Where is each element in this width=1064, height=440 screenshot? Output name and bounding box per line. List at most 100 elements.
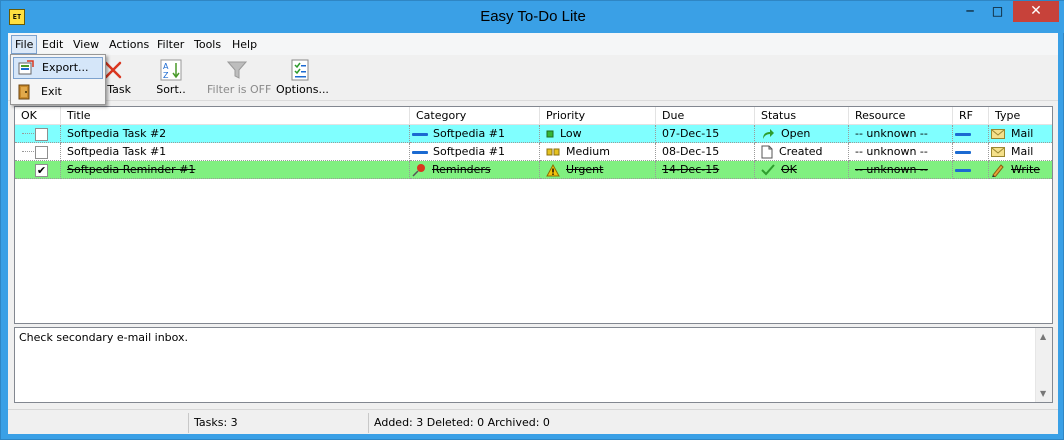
status-cell[interactable]: Created <box>755 143 849 161</box>
urgent-priority-icon <box>546 163 560 176</box>
task-due: 08-Dec-15 <box>662 145 720 158</box>
resource-cell[interactable]: -- unknown -- <box>849 125 953 143</box>
open-status-icon <box>763 129 774 139</box>
app-window: ET Easy To-Do Lite ─ □ ✕ File Edit View … <box>0 0 1064 440</box>
title-cell[interactable]: Softpedia Task #2 <box>61 125 410 143</box>
file-menu-dropdown: Export... Exit <box>10 54 106 105</box>
column-header-resource[interactable]: Resource <box>849 107 953 125</box>
task-resource: -- unknown -- <box>855 127 928 140</box>
exit-icon <box>18 84 30 100</box>
column-header-ok[interactable]: OK <box>15 107 61 125</box>
maximize-button[interactable]: □ <box>984 1 1011 22</box>
task-type: Write <box>1011 163 1041 176</box>
options-icon <box>291 59 309 81</box>
task-category: Softpedia #1 <box>433 145 505 158</box>
column-header-title[interactable]: Title <box>61 107 410 125</box>
pushpin-icon <box>412 164 425 177</box>
task-table[interactable]: OK Title Category Priority Due Status Re… <box>14 106 1053 324</box>
table-row[interactable]: ✔ Softpedia Reminder #1 Reminders Urgent… <box>15 161 1052 179</box>
task-due: 07-Dec-15 <box>662 127 720 140</box>
column-header-priority[interactable]: Priority <box>540 107 656 125</box>
task-status: OK <box>781 163 797 176</box>
category-cell[interactable]: Reminders <box>410 161 540 179</box>
rf-indicator-icon <box>955 150 971 154</box>
column-header-status[interactable]: Status <box>755 107 849 125</box>
type-cell[interactable]: Mail <box>989 143 1052 161</box>
column-header-rf[interactable]: RF <box>953 107 989 125</box>
column-header-category[interactable]: Category <box>410 107 540 125</box>
task-title: Softpedia Task #2 <box>67 127 167 140</box>
title-cell[interactable]: Softpedia Task #1 <box>61 143 410 161</box>
priority-cell[interactable]: Urgent <box>540 161 656 179</box>
rf-cell[interactable] <box>953 143 989 161</box>
export-icon <box>18 60 34 75</box>
sort-label: Sort.. <box>156 83 186 96</box>
task-type: Mail <box>1011 145 1034 158</box>
menu-tools[interactable]: Tools <box>191 35 224 54</box>
title-cell[interactable]: Softpedia Reminder #1 <box>61 161 410 179</box>
table-row[interactable]: Softpedia Task #1 Softpedia #1 Medium 08… <box>15 143 1052 161</box>
priority-cell[interactable]: Medium <box>540 143 656 161</box>
task-status: Created <box>779 145 823 158</box>
resource-cell[interactable]: -- unknown -- <box>849 161 953 179</box>
status-summary: Added: 3 Deleted: 0 Archived: 0 <box>368 413 1058 433</box>
options-button[interactable]: Options... <box>276 59 329 99</box>
tree-connector <box>22 133 34 134</box>
menu-bar: File Edit View Actions Filter Tools Help <box>8 33 1058 55</box>
category-cell[interactable]: Softpedia #1 <box>410 143 540 161</box>
exit-label: Exit <box>41 85 62 98</box>
task-priority: Urgent <box>566 163 604 176</box>
due-cell[interactable]: 08-Dec-15 <box>656 143 755 161</box>
task-status: Open <box>781 127 811 140</box>
table-header: OK Title Category Priority Due Status Re… <box>15 107 1052 125</box>
menu-item-export[interactable]: Export... <box>13 57 103 79</box>
sort-button[interactable]: A Z Sort.. <box>153 59 189 99</box>
rf-cell[interactable] <box>953 125 989 143</box>
mail-icon <box>991 147 1005 157</box>
menu-item-exit[interactable]: Exit <box>13 81 103 103</box>
due-cell[interactable]: 07-Dec-15 <box>656 125 755 143</box>
category-color-icon <box>412 150 428 154</box>
menu-filter[interactable]: Filter <box>154 35 187 54</box>
filter-button[interactable]: Filter is OFF <box>207 59 271 99</box>
created-status-icon <box>761 145 773 159</box>
status-cell[interactable]: OK <box>755 161 849 179</box>
column-header-type[interactable]: Type <box>989 107 1052 125</box>
rf-cell[interactable] <box>953 161 989 179</box>
resource-cell[interactable]: -- unknown -- <box>849 143 953 161</box>
task-category: Softpedia #1 <box>433 127 505 140</box>
menu-help[interactable]: Help <box>229 35 260 54</box>
category-cell[interactable]: Softpedia #1 <box>410 125 540 143</box>
type-cell[interactable]: Write <box>989 161 1052 179</box>
due-cell[interactable]: 14-Dec-15 <box>656 161 755 179</box>
notes-scrollbar[interactable]: ▲ ▼ <box>1035 328 1052 402</box>
priority-cell[interactable]: Low <box>540 125 656 143</box>
task-type: Mail <box>1011 127 1034 140</box>
status-cell[interactable]: Open <box>755 125 849 143</box>
completed-checkbox[interactable] <box>35 128 48 141</box>
close-button[interactable]: ✕ <box>1013 1 1059 22</box>
menu-view[interactable]: View <box>70 35 102 54</box>
scroll-down-icon[interactable]: ▼ <box>1040 389 1046 398</box>
completed-checkbox[interactable] <box>35 146 48 159</box>
svg-text:Z: Z <box>163 71 169 80</box>
menu-file[interactable]: File <box>11 35 38 54</box>
task-title: Softpedia Reminder #1 <box>67 163 196 176</box>
menu-edit[interactable]: Edit <box>39 35 66 54</box>
minimize-button[interactable]: ─ <box>956 1 984 22</box>
menu-actions[interactable]: Actions <box>106 35 152 54</box>
ok-cell[interactable]: ✔ <box>15 161 61 179</box>
table-row[interactable]: Softpedia Task #2 Softpedia #1 Low 07-De… <box>15 125 1052 143</box>
notes-textarea[interactable]: Check secondary e-mail inbox. ▲ ▼ <box>14 327 1053 403</box>
task-priority: Low <box>560 127 582 140</box>
ok-cell[interactable] <box>15 125 61 143</box>
scroll-up-icon[interactable]: ▲ <box>1040 332 1046 341</box>
status-bar: Tasks: 3 Added: 3 Deleted: 0 Archived: 0 <box>8 409 1058 434</box>
title-bar[interactable]: ET Easy To-Do Lite ─ □ ✕ <box>1 1 1064 33</box>
ok-cell[interactable] <box>15 143 61 161</box>
export-label: Export... <box>42 61 89 74</box>
completed-checkbox[interactable]: ✔ <box>35 164 48 177</box>
status-panel-empty <box>8 413 188 433</box>
column-header-due[interactable]: Due <box>656 107 755 125</box>
type-cell[interactable]: Mail <box>989 125 1052 143</box>
